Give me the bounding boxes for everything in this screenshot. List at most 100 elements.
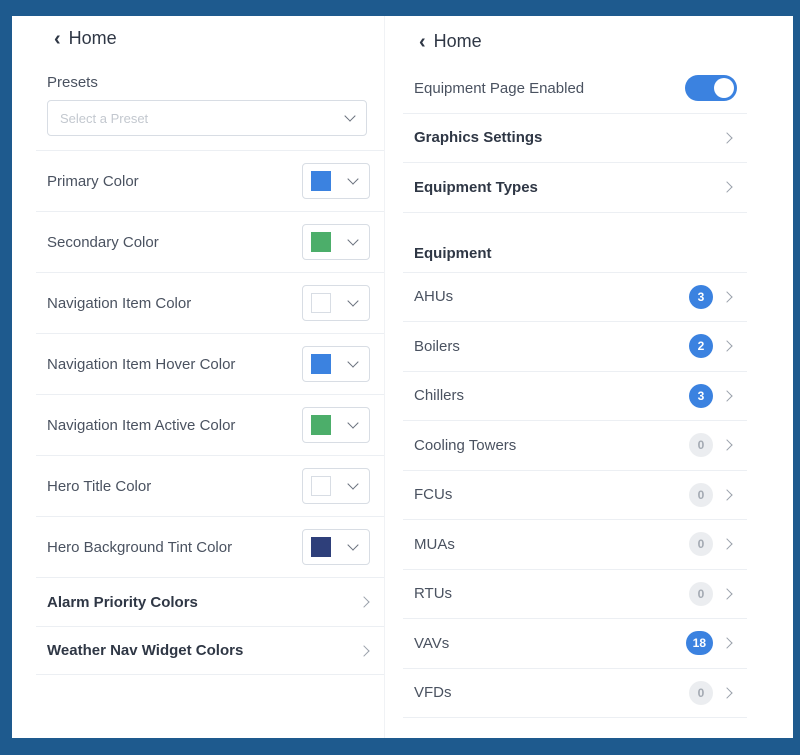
chevron-right-icon [721, 588, 733, 600]
back-label: Home [68, 28, 117, 48]
color-row-nav-item: Navigation Item Color [36, 272, 384, 333]
color-picker-hero-tint[interactable] [302, 529, 370, 565]
equipment-meta: 0 [689, 433, 733, 458]
count-badge: 2 [689, 334, 713, 359]
chevron-left-icon: ‹ [419, 30, 426, 53]
equipment-label: Cooling Towers [414, 436, 517, 454]
color-swatch [311, 232, 331, 252]
count-badge: 18 [685, 631, 713, 656]
equipment-heading: Equipment [414, 244, 492, 262]
color-row-primary: Primary Color [36, 150, 384, 211]
equipment-label: RTUs [414, 585, 453, 603]
equipment-label: VFDs [414, 684, 452, 702]
chevron-down-icon [347, 478, 359, 490]
chevron-right-icon [721, 439, 733, 451]
color-label: Navigation Item Active Color [47, 416, 236, 434]
color-picker-hero-title[interactable] [302, 468, 370, 504]
equipment-row-muas[interactable]: MUAs 0 [403, 520, 747, 570]
presets-label: Presets [47, 74, 98, 91]
equipment-meta: 0 [689, 680, 733, 705]
color-swatch [311, 171, 331, 191]
equipment-row-vfds[interactable]: VFDs 0 [403, 669, 747, 718]
equipment-label: Chillers [414, 387, 465, 405]
color-picker-nav-item[interactable] [302, 285, 370, 321]
color-settings-list: Primary Color Secondary Color Navigation… [36, 150, 384, 577]
equipment-types-label: Equipment Types [414, 178, 538, 196]
color-picker-secondary[interactable] [302, 224, 370, 260]
color-label: Hero Background Tint Color [47, 538, 233, 556]
graphics-settings-label: Graphics Settings [414, 129, 543, 147]
equipment-meta: 2 [689, 334, 733, 359]
chevron-right-icon [721, 390, 733, 402]
equipment-row-vavs[interactable]: VAVs 18 [403, 619, 747, 669]
equipment-list: AHUs 3 Boilers 2 Chillers 3 Cooling Towers 0 FCU… [403, 273, 747, 718]
equipment-meta: 3 [689, 284, 733, 309]
color-row-hero-title: Hero Title Color [36, 455, 384, 516]
equipment-label: FCUs [414, 486, 453, 504]
equipment-row-rtus[interactable]: RTUs 0 [403, 570, 747, 619]
graphics-settings-link[interactable]: Graphics Settings [403, 114, 747, 163]
equipment-meta: 18 [685, 631, 733, 656]
equipment-label: Boilers [414, 337, 460, 355]
count-badge: 0 [689, 482, 713, 507]
count-badge: 0 [689, 581, 713, 606]
chevron-right-icon [721, 637, 733, 649]
preset-placeholder: Select a Preset [60, 110, 149, 126]
equipment-meta: 0 [689, 581, 733, 606]
chevron-left-icon: ‹ [54, 27, 61, 50]
toggle-knob [714, 78, 734, 99]
chevron-down-icon [347, 539, 359, 551]
equipment-page-enabled-label: Equipment Page Enabled [414, 79, 585, 97]
equipment-label: AHUs [414, 288, 454, 306]
equipment-row-fcus[interactable]: FCUs 0 [403, 471, 747, 520]
link-label: Alarm Priority Colors [47, 593, 198, 611]
color-label: Primary Color [47, 172, 139, 190]
back-home-link[interactable]: ‹ Home [54, 28, 117, 49]
color-picker-nav-active[interactable] [302, 407, 370, 443]
chevron-down-icon [347, 356, 359, 368]
color-swatch [311, 354, 331, 374]
chevron-right-icon [721, 132, 733, 144]
equipment-meta: 0 [689, 532, 733, 557]
equipment-settings-panel: ‹ Home Equipment Page Enabled Graphics S… [385, 16, 793, 738]
color-label: Secondary Color [47, 233, 159, 251]
link-label: Weather Nav Widget Colors [47, 642, 244, 659]
color-picker-primary[interactable] [302, 163, 370, 199]
weather-nav-widget-colors-link[interactable]: Weather Nav Widget Colors [36, 626, 384, 675]
color-label: Hero Title Color [47, 477, 152, 495]
equipment-page-toggle[interactable] [685, 75, 737, 102]
color-picker-nav-hover[interactable] [302, 346, 370, 382]
equipment-row-boilers[interactable]: Boilers 2 [403, 322, 747, 372]
preset-select[interactable]: Select a Preset [47, 100, 367, 136]
chevron-right-icon [721, 291, 733, 303]
chevron-right-icon [721, 538, 733, 550]
alarm-priority-colors-link[interactable]: Alarm Priority Colors [36, 577, 384, 626]
chevron-down-icon [347, 295, 359, 307]
chevron-right-icon [358, 596, 370, 608]
color-row-secondary: Secondary Color [36, 211, 384, 272]
color-swatch [311, 476, 331, 496]
equipment-row-cooling-towers[interactable]: Cooling Towers 0 [403, 421, 747, 471]
color-swatch [311, 415, 331, 435]
back-home-link[interactable]: ‹ Home [419, 31, 482, 52]
color-label: Navigation Item Color [47, 294, 192, 312]
chevron-down-icon [344, 110, 356, 122]
chevron-down-icon [347, 234, 359, 246]
color-row-hero-tint: Hero Background Tint Color [36, 516, 384, 577]
equipment-row-chillers[interactable]: Chillers 3 [403, 372, 747, 421]
equipment-settings-list: Equipment Page Enabled Graphics Settings… [403, 64, 747, 718]
equipment-label: MUAs [414, 535, 455, 553]
chevron-down-icon [347, 417, 359, 429]
equipment-meta: 0 [689, 482, 733, 507]
chevron-right-icon [721, 489, 733, 501]
count-badge: 3 [689, 383, 713, 408]
equipment-page-enabled-row: Equipment Page Enabled [403, 64, 747, 114]
equipment-label: VAVs [414, 634, 450, 652]
color-row-nav-hover: Navigation Item Hover Color [36, 333, 384, 394]
equipment-types-link[interactable]: Equipment Types [403, 163, 747, 213]
color-swatch [311, 293, 331, 313]
color-label: Navigation Item Hover Color [47, 355, 236, 373]
chevron-right-icon [721, 687, 733, 699]
equipment-row-ahus[interactable]: AHUs 3 [403, 273, 747, 322]
color-groups-list: Alarm Priority Colors Weather Nav Widget… [36, 577, 384, 675]
